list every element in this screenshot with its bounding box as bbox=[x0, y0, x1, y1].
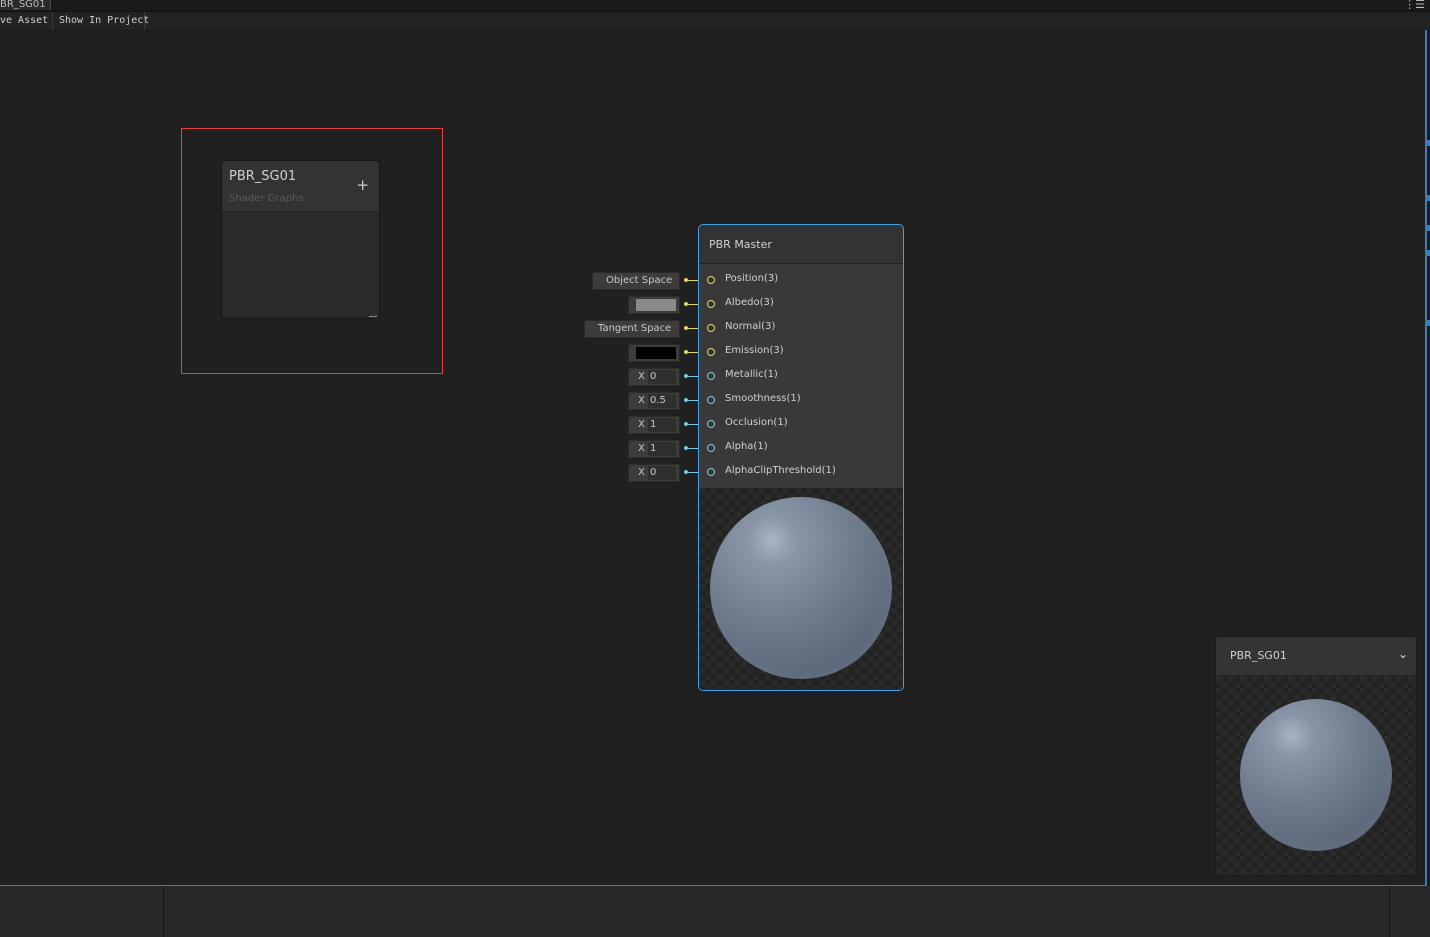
tab-bar: PBR_SG01 ⋮☰ bbox=[0, 0, 1430, 12]
port-slot[interactable] bbox=[707, 444, 715, 452]
port-row: Position(3) bbox=[699, 269, 899, 293]
toolbar: ve Asset Show In Project bbox=[0, 12, 1430, 31]
port-label: Position(3) bbox=[725, 273, 779, 284]
chevron-down-icon[interactable]: ⌄ bbox=[1398, 647, 1408, 661]
port-slot[interactable] bbox=[707, 420, 715, 428]
input-connector[interactable] bbox=[684, 278, 688, 282]
value-input[interactable]: 1 bbox=[648, 418, 676, 432]
color-swatch[interactable] bbox=[636, 299, 676, 311]
input-connector[interactable] bbox=[684, 422, 688, 426]
resize-handle[interactable] bbox=[369, 316, 377, 317]
vector1-field[interactable]: X1 bbox=[628, 416, 680, 434]
input-connector[interactable] bbox=[684, 398, 688, 402]
value-input[interactable]: 1 bbox=[648, 442, 676, 456]
port-label: Occlusion(1) bbox=[725, 417, 788, 428]
port-label: Smoothness(1) bbox=[725, 393, 801, 404]
save-asset-button[interactable]: ve Asset bbox=[0, 12, 53, 30]
port-label: Metallic(1) bbox=[725, 369, 778, 380]
axis-label: X bbox=[638, 395, 645, 406]
value-input[interactable]: 0 bbox=[648, 370, 676, 384]
axis-label: X bbox=[638, 371, 645, 382]
input-connector[interactable] bbox=[684, 302, 688, 306]
space-dropdown[interactable]: Object Space bbox=[592, 272, 680, 290]
input-connector[interactable] bbox=[684, 374, 688, 378]
axis-label: X bbox=[638, 419, 645, 430]
port-row: Albedo(3) bbox=[699, 293, 899, 317]
color-field[interactable] bbox=[628, 296, 680, 314]
main-preview-header: PBR_SG01 ⌄ bbox=[1216, 637, 1416, 676]
preview-sphere bbox=[1240, 699, 1392, 851]
port-slot[interactable] bbox=[707, 396, 715, 404]
blackboard-title: PBR_SG01 bbox=[229, 169, 297, 184]
vector1-field[interactable]: X0 bbox=[628, 368, 680, 386]
preview-sphere bbox=[710, 497, 892, 679]
port-slot[interactable] bbox=[707, 324, 715, 332]
canvas-focus-border bbox=[1425, 30, 1427, 886]
divider bbox=[1389, 886, 1390, 937]
blackboard-header: PBR_SG01 Shader Graphs + bbox=[222, 161, 379, 212]
value-input[interactable]: 0.5 bbox=[648, 394, 676, 408]
master-node-ports: Position(3) Albedo(3) Normal(3) Emission(3)… bbox=[699, 264, 903, 488]
port-row: AlphaClipThreshold(1) bbox=[699, 461, 899, 485]
port-slot[interactable] bbox=[707, 300, 715, 308]
port-slot[interactable] bbox=[707, 372, 715, 380]
input-connector[interactable] bbox=[684, 326, 688, 330]
main-preview-window[interactable]: PBR_SG01 ⌄ bbox=[1215, 636, 1417, 876]
port-row: Smoothness(1) bbox=[699, 389, 899, 413]
port-label: Emission(3) bbox=[725, 345, 784, 356]
main-preview-area[interactable] bbox=[1216, 676, 1416, 875]
input-connector[interactable] bbox=[684, 446, 688, 450]
axis-label: X bbox=[638, 443, 645, 454]
add-property-button[interactable]: + bbox=[356, 178, 369, 193]
input-connector[interactable] bbox=[684, 350, 688, 354]
blackboard[interactable]: PBR_SG01 Shader Graphs + bbox=[221, 160, 380, 319]
pbr-master-node[interactable]: PBR Master Position(3) Albedo(3) Normal(3)… bbox=[698, 224, 904, 691]
port-row: Normal(3) bbox=[699, 317, 899, 341]
master-node-preview bbox=[699, 488, 903, 690]
main-preview-title: PBR_SG01 bbox=[1230, 649, 1287, 662]
blackboard-subtitle: Shader Graphs bbox=[229, 193, 304, 204]
port-label: Albedo(3) bbox=[725, 297, 774, 308]
port-label: Alpha(1) bbox=[725, 441, 768, 452]
port-row: Occlusion(1) bbox=[699, 413, 899, 437]
value-input[interactable]: 0 bbox=[648, 466, 676, 480]
menu-icon[interactable]: ⋮☰ bbox=[1404, 0, 1425, 11]
axis-label: X bbox=[638, 467, 645, 478]
show-in-project-button[interactable]: Show In Project bbox=[53, 12, 149, 30]
space-dropdown[interactable]: Tangent Space bbox=[584, 320, 680, 338]
port-row: Emission(3) bbox=[699, 341, 899, 365]
port-label: Normal(3) bbox=[725, 321, 776, 332]
master-node-title: PBR Master bbox=[709, 238, 772, 251]
color-field[interactable] bbox=[628, 344, 680, 362]
port-label: AlphaClipThreshold(1) bbox=[725, 465, 836, 476]
color-swatch[interactable] bbox=[636, 347, 676, 359]
port-row: Metallic(1) bbox=[699, 365, 899, 389]
status-bar bbox=[0, 886, 1430, 937]
vector1-field[interactable]: X1 bbox=[628, 440, 680, 458]
vector1-field[interactable]: X 0.5 bbox=[628, 392, 680, 410]
input-connector[interactable] bbox=[684, 470, 688, 474]
tab-pbr-sg01[interactable]: PBR_SG01 bbox=[0, 0, 51, 10]
port-slot[interactable] bbox=[707, 348, 715, 356]
master-node-header: PBR Master bbox=[699, 225, 903, 264]
vector1-field[interactable]: X0 bbox=[628, 464, 680, 482]
port-slot[interactable] bbox=[707, 468, 715, 476]
port-row: Alpha(1) bbox=[699, 437, 899, 461]
divider bbox=[163, 886, 164, 937]
port-slot[interactable] bbox=[707, 276, 715, 284]
